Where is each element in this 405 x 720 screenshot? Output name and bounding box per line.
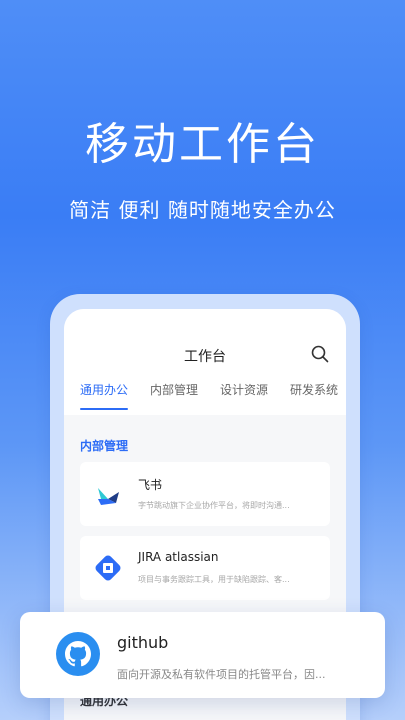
app-card-feishu[interactable]: 飞书 字节跳动旗下企业协作平台，将即时沟通... xyxy=(80,462,330,526)
hero-title: 移动工作台 xyxy=(85,119,320,170)
tab-dev-systems[interactable]: 研发系统 xyxy=(290,381,338,410)
tab-general-office[interactable]: 通用办公 xyxy=(80,381,129,410)
app-card-jira[interactable]: JIRA atlassian 项目与事务跟踪工具，用于缺陷跟踪、客... xyxy=(80,536,330,600)
workspace-title: 工作台 xyxy=(184,349,226,365)
category-tabs: 通用办公 内部管理 设计资源 研发系统 xyxy=(80,381,338,410)
app-name: 飞书 xyxy=(138,478,163,492)
app-description: 项目与事务跟踪工具，用于缺陷跟踪、客... xyxy=(138,575,290,584)
hero-subtitle: 简洁 便利 随时随地安全办公 xyxy=(69,198,336,222)
search-icon xyxy=(311,345,329,363)
github-icon xyxy=(56,632,100,676)
search-button[interactable] xyxy=(310,344,330,364)
promo-screen: 移动工作台 简洁 便利 随时随地安全办公 工作台 通用办公 内部管理 设计资源 … xyxy=(0,0,405,720)
feishu-icon xyxy=(98,488,119,505)
tab-design-resources[interactable]: 设计资源 xyxy=(220,381,268,410)
app-name: JIRA atlassian xyxy=(138,550,219,564)
featured-app-card-github[interactable]: github 面向开源及私有软件项目的托管平台，因... xyxy=(20,612,385,698)
featured-app-description: 面向开源及私有软件项目的托管平台，因... xyxy=(117,668,326,681)
tab-internal-management[interactable]: 内部管理 xyxy=(150,381,198,410)
section-label-internal: 内部管理 xyxy=(80,439,129,453)
app-description: 字节跳动旗下企业协作平台，将即时沟通... xyxy=(138,501,290,510)
featured-app-name: github xyxy=(117,633,169,652)
workspace-header: 工作台 通用办公 内部管理 设计资源 研发系统 xyxy=(64,309,346,415)
jira-icon xyxy=(95,555,121,581)
